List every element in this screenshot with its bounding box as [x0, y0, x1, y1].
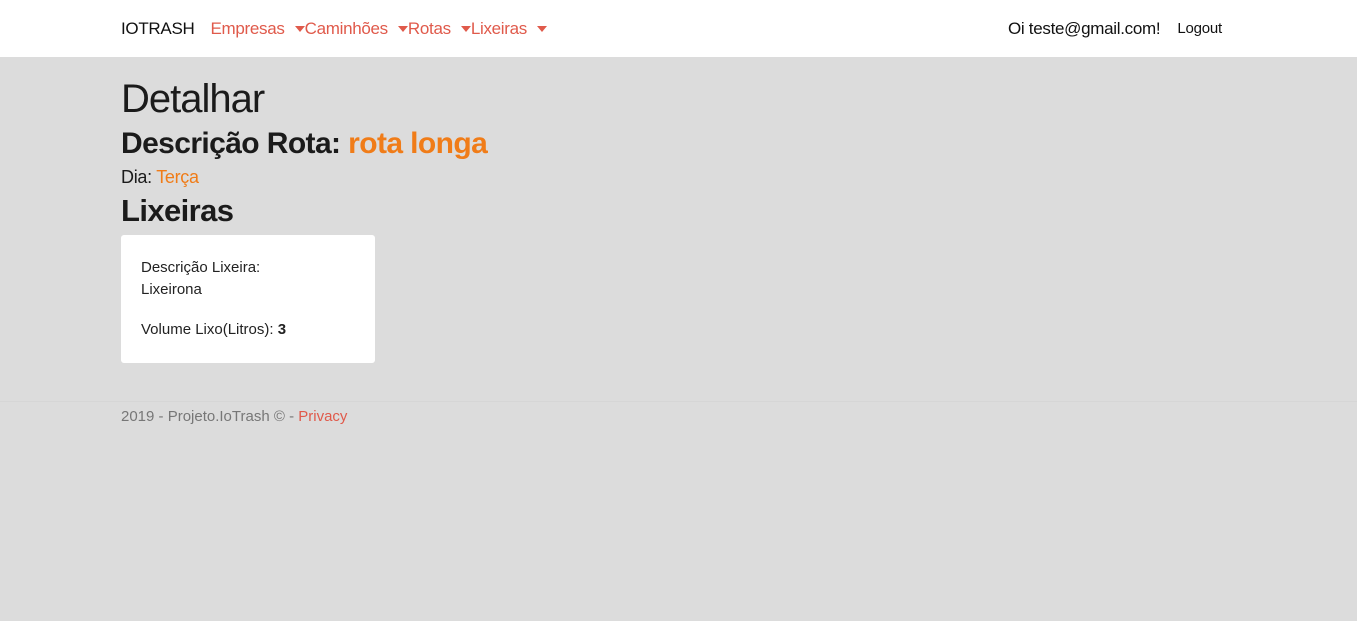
page-footer: 2019 - Projeto.IoTrash © - Privacy: [121, 408, 347, 425]
caret-down-icon: [294, 25, 305, 32]
nav-label-rotas: Rotas: [407, 18, 451, 38]
user-area: Oi teste@gmail.com! Logout: [1008, 0, 1222, 57]
caret-down-icon: [537, 25, 547, 32]
footer-divider: [0, 401, 1357, 402]
bin-card: Descrição Lixeira: Lixeirona Volume Lixo…: [121, 235, 375, 363]
user-greeting: Oi teste@gmail.com!: [1007, 18, 1161, 38]
bins-section-title: Lixeiras: [121, 193, 234, 228]
footer-text: 2019 - Projeto.IoTrash © -: [121, 408, 299, 425]
route-day-value: Terça: [156, 167, 199, 187]
bin-description-label: Descrição Lixeira:: [141, 259, 261, 276]
caret-down-icon: [460, 25, 471, 32]
nav-dropdown-lixeiras[interactable]: Lixeiras: [471, 19, 547, 39]
nav-label-caminhoes: Caminhões: [304, 18, 389, 38]
nav-dropdown-empresas[interactable]: Empresas: [210, 18, 305, 39]
nav-label-empresas: Empresas: [210, 18, 285, 38]
nav-dropdown-caminhoes[interactable]: Caminhões: [305, 19, 408, 39]
top-navbar: IOTRASH Empresas Caminhões Rotas Lixeira…: [0, 0, 1357, 57]
nav-label-lixeiras: Lixeiras: [470, 18, 527, 38]
main-content: Detalhar Descrição Rota: rota longa Dia:…: [0, 57, 1357, 363]
route-day-label: Dia:: [121, 167, 152, 187]
bin-volume: Volume Lixo(Litros): 3: [141, 319, 355, 341]
logout-link[interactable]: Logout: [1177, 20, 1222, 37]
nav-dropdown-rotas[interactable]: Rotas: [408, 19, 471, 39]
bin-volume-label: Volume Lixo(Litros):: [141, 321, 274, 338]
route-description-label: Descrição Rota:: [121, 127, 341, 160]
page-title: Detalhar: [121, 77, 265, 121]
route-description: Descrição Rota: rota longa: [121, 125, 1236, 163]
caret-down-icon: [397, 25, 408, 32]
route-day: Dia: Terça: [121, 165, 1236, 189]
brand-logo[interactable]: IOTRASH: [121, 19, 195, 39]
route-description-value: rota longa: [348, 127, 488, 160]
privacy-link[interactable]: Privacy: [298, 408, 347, 425]
bin-volume-value: 3: [277, 321, 287, 338]
bin-description-value: Lixeirona: [141, 281, 202, 298]
